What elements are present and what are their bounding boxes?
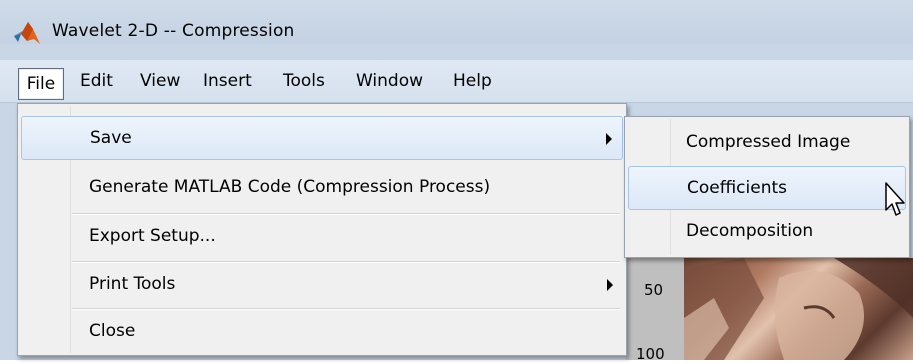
save-submenu: Compressed Image Coefficients Decomposit… (624, 116, 910, 258)
menu-insert[interactable]: Insert (197, 67, 258, 95)
menu-item-label: Compressed Image (686, 132, 851, 152)
menu-item-print-tools[interactable]: Print Tools (21, 263, 623, 307)
image-content (684, 258, 913, 360)
menu-item-label: Save (90, 128, 132, 148)
mouse-cursor-icon (885, 182, 905, 216)
menu-item-save[interactable]: Save (21, 116, 623, 160)
matlab-logo-icon (14, 22, 40, 44)
menu-edit[interactable]: Edit (74, 67, 119, 95)
file-menu-dropdown: Save Generate MATLAB Code (Compression P… (17, 103, 627, 356)
menu-item-close[interactable]: Close (21, 310, 623, 354)
menu-item-label: Decomposition (686, 221, 814, 241)
window-title: Wavelet 2-D -- Compression (52, 21, 295, 41)
menu-item-label: Generate MATLAB Code (Compression Proces… (89, 177, 491, 197)
menu-window[interactable]: Window (350, 67, 429, 95)
menu-tools[interactable]: Tools (277, 67, 331, 95)
menu-item-label: Print Tools (89, 274, 176, 294)
menu-item-label: Close (89, 321, 136, 341)
figure-window: Wavelet 2-D -- Compression File Edit Vie… (0, 0, 913, 363)
submenu-item-coefficients[interactable]: Coefficients (628, 166, 906, 210)
image-preview (684, 258, 913, 360)
submenu-item-compressed-image[interactable]: Compressed Image (628, 121, 906, 165)
y-tick-label: 50 (644, 281, 664, 299)
menu-help[interactable]: Help (447, 67, 498, 95)
submenu-arrow-icon (606, 133, 612, 145)
submenu-arrow-icon (607, 279, 613, 291)
submenu-item-decomposition[interactable]: Decomposition (628, 210, 906, 254)
menu-item-generate-code[interactable]: Generate MATLAB Code (Compression Proces… (21, 166, 623, 210)
menu-item-export-setup[interactable]: Export Setup... (21, 215, 623, 259)
menu-file[interactable]: File (18, 68, 64, 100)
menu-item-label: Coefficients (687, 178, 787, 198)
y-axis-panel: 50 100 (626, 258, 685, 363)
y-tick-label: 100 (636, 345, 665, 363)
menu-view[interactable]: View (134, 67, 186, 95)
menu-item-label: Export Setup... (89, 226, 216, 246)
title-bar[interactable]: Wavelet 2-D -- Compression (0, 0, 913, 44)
